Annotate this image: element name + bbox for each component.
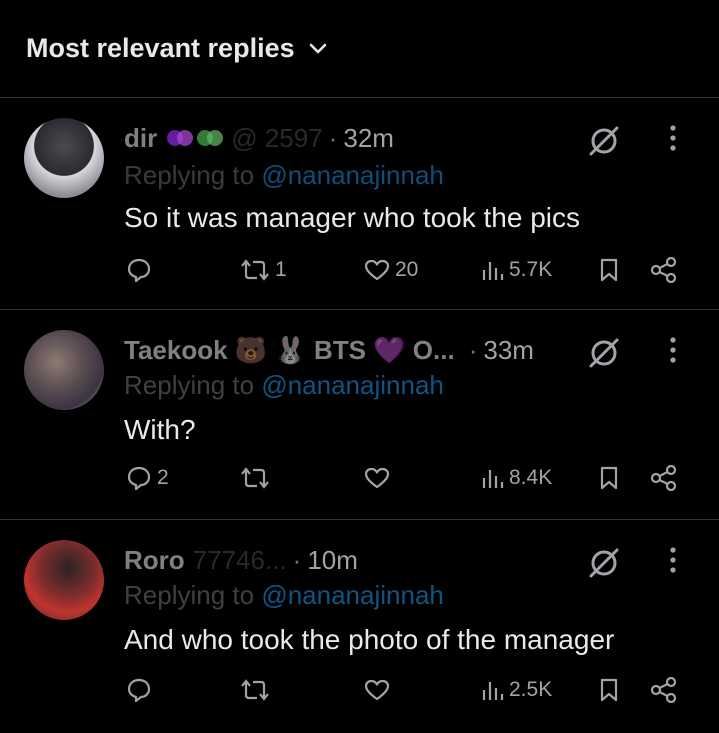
replying-to: Replying to @nananajinnah <box>124 580 444 611</box>
views-icon <box>480 258 504 282</box>
retweet-button[interactable] <box>240 460 275 496</box>
like-count: 20 <box>395 258 419 281</box>
reply-header: Taekook 🐻 🐰 BTS 💜 O... · 33m <box>124 332 699 368</box>
avatar[interactable] <box>24 330 104 410</box>
reply-header: dir @ 2597 · 32m <box>124 120 699 156</box>
reply-button[interactable]: 2 <box>126 460 169 496</box>
views-button[interactable]: 8.4K <box>480 460 552 496</box>
views-icon <box>480 678 504 702</box>
reply-text: So it was manager who took the pics <box>124 202 581 233</box>
timestamp: 33m <box>483 334 534 365</box>
comment-icon <box>126 257 152 283</box>
reply-header: Roro 77746... · 10m <box>124 542 699 578</box>
replying-prefix: Replying to <box>124 160 255 190</box>
bookmark-button[interactable] <box>598 460 620 496</box>
user-handle: 77746... <box>192 544 287 575</box>
share-button[interactable] <box>650 672 678 708</box>
timestamp: 32m <box>343 122 394 153</box>
reply-text: With? <box>124 414 196 445</box>
dot-separator: · <box>468 334 478 365</box>
reply-item[interactable]: Roro 77746... · 10m Replying to @nananaj… <box>0 520 719 733</box>
share-icon <box>650 257 678 283</box>
view-count: 8.4K <box>509 466 553 489</box>
more-options-icon[interactable] <box>669 546 677 581</box>
timestamp: 10m <box>307 544 358 575</box>
grok-icon[interactable] <box>587 336 621 377</box>
avatar[interactable] <box>24 118 104 198</box>
action-bar: 2.5K <box>124 672 699 708</box>
share-button[interactable] <box>650 460 678 496</box>
heart-emoji-icon <box>167 128 224 148</box>
retweet-button[interactable]: 1 <box>240 252 287 288</box>
heart-icon <box>364 678 390 702</box>
like-button[interactable]: 20 <box>364 252 418 288</box>
reply-button[interactable] <box>126 252 157 288</box>
reply-count: 2 <box>157 466 169 489</box>
reply-item[interactable]: Taekook 🐻 🐰 BTS 💜 O... · 33m Replying to… <box>0 310 719 520</box>
chevron-down-icon[interactable] <box>309 43 327 55</box>
views-button[interactable]: 2.5K <box>480 672 552 708</box>
dot-separator: · <box>328 122 338 153</box>
sort-header[interactable]: Most relevant replies <box>0 0 719 98</box>
display-name[interactable]: Taekook 🐻 🐰 BTS 💜 O... <box>124 335 455 366</box>
more-options-icon[interactable] <box>669 124 677 159</box>
view-count: 5.7K <box>509 258 553 281</box>
replying-handle-link[interactable]: @nananajinnah <box>261 160 444 190</box>
replying-to: Replying to @nananajinnah <box>124 370 444 401</box>
retweet-count: 1 <box>275 258 287 281</box>
display-name[interactable]: dir <box>124 123 157 154</box>
bookmark-button[interactable] <box>598 672 620 708</box>
grok-icon[interactable] <box>587 546 621 587</box>
comment-icon <box>126 677 152 703</box>
reply-button[interactable] <box>126 672 157 708</box>
like-button[interactable] <box>364 672 395 708</box>
replying-prefix: Replying to <box>124 370 255 400</box>
reply-item[interactable]: dir @ 2597 · 32m Replying to @nananajinn… <box>0 98 719 310</box>
action-bar: 1 20 5.7K <box>124 252 699 288</box>
heart-icon <box>364 258 390 282</box>
action-bar: 2 8.4K <box>124 460 699 496</box>
views-button[interactable]: 5.7K <box>480 252 552 288</box>
bookmark-icon <box>598 465 620 491</box>
more-options-icon[interactable] <box>669 336 677 371</box>
view-count: 2.5K <box>509 678 553 701</box>
bookmark-icon <box>598 257 620 283</box>
replying-prefix: Replying to <box>124 580 255 610</box>
share-icon <box>650 465 678 491</box>
views-icon <box>480 466 504 490</box>
retweet-button[interactable] <box>240 672 275 708</box>
retweet-icon <box>240 257 270 283</box>
heart-icon <box>364 466 390 490</box>
share-icon <box>650 677 678 703</box>
retweet-icon <box>240 465 270 491</box>
avatar[interactable] <box>24 540 104 620</box>
retweet-icon <box>240 677 270 703</box>
sort-label: Most relevant replies <box>26 33 295 63</box>
comment-icon <box>126 465 152 491</box>
replying-to: Replying to @nananajinnah <box>124 160 444 191</box>
grok-icon[interactable] <box>587 124 621 165</box>
reply-text: And who took the photo of the manager <box>124 624 615 655</box>
like-button[interactable] <box>364 460 395 496</box>
replying-handle-link[interactable]: @nananajinnah <box>261 370 444 400</box>
share-button[interactable] <box>650 252 678 288</box>
bookmark-button[interactable] <box>598 252 620 288</box>
display-name[interactable]: Roro <box>124 545 185 576</box>
replying-handle-link[interactable]: @nananajinnah <box>261 580 444 610</box>
user-handle: @ 2597 <box>231 122 323 153</box>
dot-separator: · <box>292 544 302 575</box>
bookmark-icon <box>598 677 620 703</box>
